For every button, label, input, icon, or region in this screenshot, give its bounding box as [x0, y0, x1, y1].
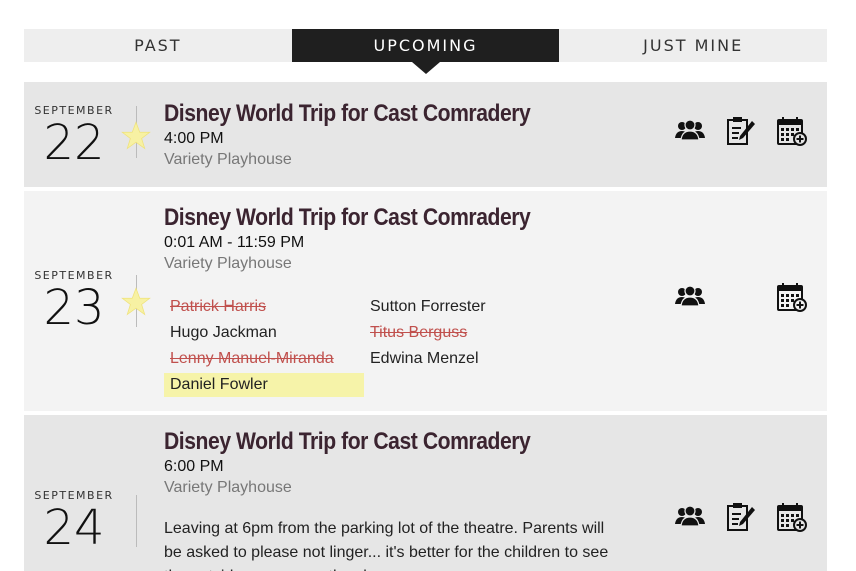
event-description: Leaving at 6pm from the parking lot of t… [164, 520, 609, 571]
cast-member-name[interactable]: Lenny Manuel-Miranda [164, 347, 364, 371]
cast-member-name[interactable]: Daniel Fowler [164, 373, 364, 397]
event-row: SEPTEMBER 24 Disney World Trip for Cast … [24, 415, 827, 571]
event-row: SEPTEMBER 22 Disney World Trip for Cast … [24, 82, 827, 187]
event-venue: Variety Playhouse [164, 479, 292, 496]
group-icon[interactable] [674, 115, 706, 147]
star-icon[interactable] [121, 287, 151, 317]
cast-member-name[interactable]: Titus Berguss [364, 321, 564, 345]
group-icon[interactable] [674, 281, 706, 313]
event-date: SEPTEMBER 24 [30, 489, 118, 552]
event-row: SEPTEMBER 23 Disney World Trip for Cast … [24, 191, 827, 411]
event-day: 24 [43, 500, 105, 556]
event-time: 0:01 AM - 11:59 PM [164, 234, 305, 251]
calendar-add-icon[interactable] [776, 115, 808, 147]
notepad-edit-icon[interactable] [724, 115, 756, 147]
cast-member-name[interactable]: Patrick Harris [164, 295, 364, 319]
event-time: 6:00 PM [164, 458, 224, 475]
tab-upcoming[interactable]: UPCOMING [291, 29, 560, 74]
tab-past[interactable]: PAST [24, 29, 292, 62]
event-venue: Variety Playhouse [164, 151, 292, 168]
cast-member-name[interactable]: Hugo Jackman [164, 321, 364, 345]
event-filter-tabs: PAST UPCOMING JUST MINE [24, 29, 828, 74]
cast-member-name[interactable]: Sutton Forrester [364, 295, 564, 319]
group-icon[interactable] [674, 501, 706, 533]
calendar-add-icon[interactable] [776, 281, 808, 313]
tab-just-mine[interactable]: JUST MINE [559, 29, 828, 62]
event-day: 22 [43, 115, 105, 171]
event-title[interactable]: Disney World Trip for Cast Comradery [164, 428, 531, 456]
event-title[interactable]: Disney World Trip for Cast Comradery [164, 100, 531, 128]
date-divider [136, 495, 137, 547]
event-title[interactable]: Disney World Trip for Cast Comradery [164, 204, 531, 232]
calendar-add-icon[interactable] [776, 501, 808, 533]
event-date: SEPTEMBER 22 [30, 104, 118, 167]
event-day: 23 [43, 280, 105, 336]
event-time: 4:00 PM [164, 130, 224, 147]
event-venue: Variety Playhouse [164, 255, 292, 272]
star-icon[interactable] [121, 121, 151, 151]
event-date: SEPTEMBER 23 [30, 269, 118, 332]
notepad-edit-icon[interactable] [724, 501, 756, 533]
cast-member-name[interactable]: Edwina Menzel [364, 347, 564, 371]
